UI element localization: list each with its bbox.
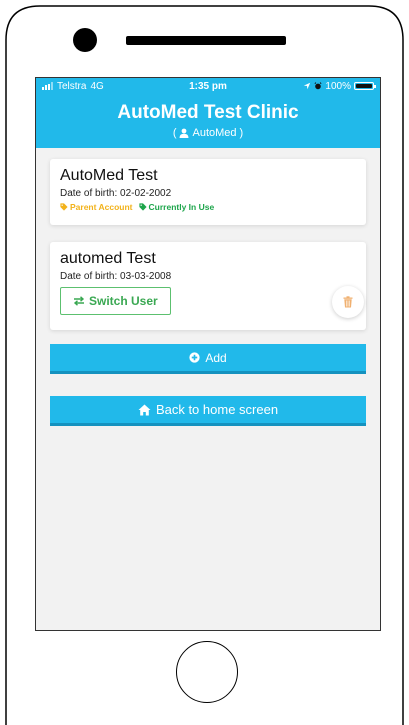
switch-user-label: Switch User [89, 294, 158, 308]
status-left: Telstra 4G [42, 81, 104, 92]
user-tags: Parent Account Currently In Use [60, 202, 356, 212]
add-label: Add [205, 350, 227, 365]
back-to-home-button[interactable]: Back to home screen [50, 396, 366, 426]
alarm-icon [314, 82, 322, 90]
location-arrow-icon [304, 82, 311, 90]
subtitle-close-paren: ) [239, 127, 244, 139]
user-icon [179, 128, 189, 138]
app-header: Telstra 4G 1:35 pm 100% AutoMed Test Cli… [36, 78, 380, 148]
network-label: 4G [90, 80, 104, 92]
user-card-parent: AutoMed Test Date of birth: 02-02-2002 P… [50, 159, 366, 225]
plus-circle-icon [189, 352, 200, 363]
user-card-child: automed Test Date of birth: 03-03-2008 S… [50, 242, 366, 330]
delete-user-button[interactable] [332, 286, 364, 318]
tag-icon [60, 203, 68, 211]
subtitle-text: AutoMed [192, 127, 237, 139]
phone-speaker [126, 36, 286, 45]
currently-in-use-badge: Currently In Use [138, 202, 214, 212]
subtitle-open-paren: ( [172, 127, 177, 139]
user-name: automed Test [60, 250, 156, 267]
phone-camera [73, 28, 97, 52]
clinic-subtitle: ( AutoMed ) [36, 127, 380, 139]
exchange-icon [73, 296, 85, 306]
user-name: AutoMed Test [60, 167, 158, 184]
user-dob: Date of birth: 02-02-2002 [60, 188, 172, 199]
user-dob: Date of birth: 03-03-2008 [60, 271, 172, 282]
add-user-button[interactable]: Add [50, 344, 366, 374]
home-icon [138, 404, 151, 415]
phone-mockup: Telstra 4G 1:35 pm 100% AutoMed Test Cli… [0, 0, 409, 725]
tag-icon [138, 203, 147, 211]
parent-account-badge: Parent Account [60, 202, 133, 212]
status-right: 100% [303, 80, 376, 92]
signal-icon [42, 82, 53, 90]
back-home-label: Back to home screen [155, 402, 279, 417]
phone-home-button[interactable] [176, 641, 238, 703]
carrier-label: Telstra [57, 80, 87, 92]
clinic-title: AutoMed Test Clinic [117, 102, 299, 123]
battery-percent: 100% [325, 80, 351, 92]
status-bar: Telstra 4G 1:35 pm 100% [36, 78, 380, 94]
battery-icon [354, 82, 376, 90]
switch-user-button[interactable]: Switch User [60, 287, 171, 315]
app-screen: Telstra 4G 1:35 pm 100% AutoMed Test Cli… [35, 77, 381, 631]
trash-icon [343, 296, 353, 308]
